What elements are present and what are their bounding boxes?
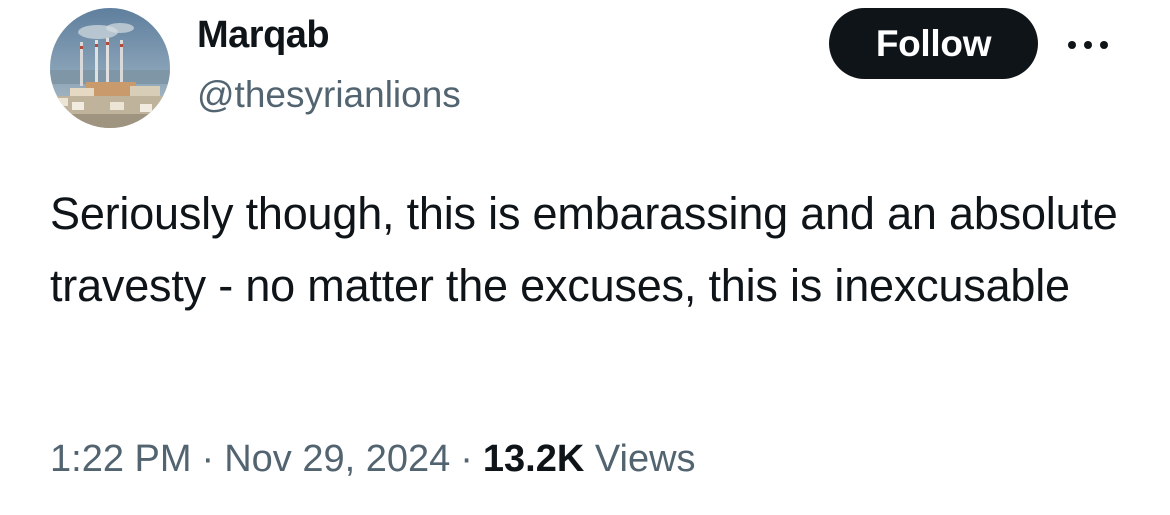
author-handle[interactable]: @thesyrianlions <box>197 74 461 116</box>
industrial-skyline-avatar-icon <box>50 8 170 128</box>
more-horizontal-icon <box>1068 41 1108 49</box>
more-options-button[interactable] <box>1058 30 1118 60</box>
tweet-meta: 1:22 PM · Nov 29, 2024 · 13.2K Views <box>50 438 696 481</box>
tweet-text: Seriously though, this is embarassing an… <box>50 188 1118 311</box>
tweet-time[interactable]: 1:22 PM <box>50 438 192 480</box>
avatar[interactable] <box>50 8 170 128</box>
views-label: Views <box>594 438 696 480</box>
tweet-date[interactable]: Nov 29, 2024 <box>224 438 450 480</box>
follow-button[interactable]: Follow <box>829 8 1038 79</box>
tweet-card: Marqab @thesyrianlions Follow Seriously … <box>0 0 1170 515</box>
meta-separator: · <box>201 438 215 480</box>
meta-separator: · <box>460 438 473 480</box>
views-count: 13.2K <box>482 438 585 480</box>
author-display-name[interactable]: Marqab <box>197 14 330 57</box>
